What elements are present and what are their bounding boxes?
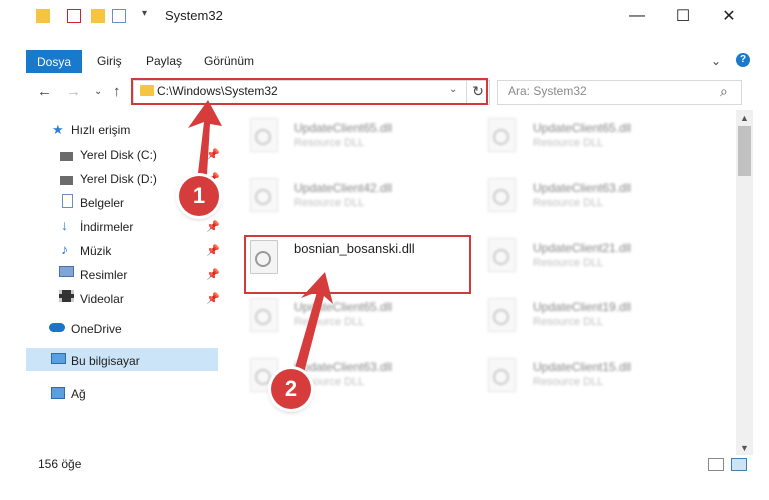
- tab-view[interactable]: Görünüm: [204, 54, 254, 68]
- file-type: Resource DLL: [294, 197, 365, 209]
- step-1-badge: 1: [179, 176, 219, 216]
- maximize-button[interactable]: ☐: [660, 0, 706, 32]
- close-button[interactable]: ✕: [706, 0, 752, 32]
- new-folder-icon[interactable]: [91, 9, 105, 23]
- file-type: Resource DLL: [294, 137, 365, 149]
- sidebar-item-music[interactable]: Müzik: [80, 244, 111, 258]
- file-name: UpdateClient19.dll: [533, 300, 632, 314]
- sidebar-item-this-pc[interactable]: Bu bilgisayar: [71, 354, 140, 368]
- sidebar-item-quick-access[interactable]: Hızlı erişim: [71, 123, 130, 137]
- file-name: UpdateClient15.dll: [533, 360, 632, 374]
- dll-file-icon: [250, 118, 278, 152]
- download-icon: ↓: [61, 217, 68, 233]
- drive-icon: [60, 176, 73, 185]
- sidebar-item-documents[interactable]: Belgeler: [80, 196, 124, 210]
- pin-icon[interactable]: 📌: [206, 148, 220, 161]
- file-type: Resource DLL: [533, 376, 604, 388]
- star-icon: ★: [52, 122, 64, 137]
- list-item[interactable]: [488, 298, 516, 332]
- window-title: System32: [165, 8, 223, 23]
- sidebar-item-local-disk-c[interactable]: Yerel Disk (C:): [80, 148, 157, 162]
- chevron-down-icon[interactable]: ⌄: [711, 54, 721, 68]
- dll-file-icon: [488, 178, 516, 212]
- list-item[interactable]: [488, 118, 516, 152]
- file-name: UpdateClient63.dll: [533, 181, 632, 195]
- dll-file-icon: [488, 238, 516, 272]
- computer-icon: [51, 353, 66, 364]
- folder-icon: [36, 9, 50, 23]
- recent-locations-icon[interactable]: ⌄: [94, 86, 102, 97]
- up-arrow-icon[interactable]: ↑: [113, 83, 121, 100]
- network-icon: [51, 387, 65, 399]
- pin-icon[interactable]: 📌: [206, 292, 220, 305]
- properties-icon[interactable]: [67, 9, 81, 23]
- file-name: UpdateClient65.dll: [294, 121, 393, 135]
- sidebar-item-downloads[interactable]: İndirmeler: [80, 220, 133, 234]
- customize-toolbar-icon[interactable]: [112, 9, 126, 23]
- cloud-icon: [49, 323, 65, 332]
- pictures-icon: [59, 266, 74, 277]
- file-type: Resource DLL: [533, 257, 604, 269]
- documents-icon: [62, 194, 73, 208]
- list-item[interactable]: [250, 118, 278, 152]
- search-icon[interactable]: ⌕: [720, 83, 728, 100]
- tab-file[interactable]: Dosya: [26, 50, 82, 73]
- step-2-badge: 2: [271, 369, 311, 409]
- videos-icon: [59, 290, 74, 302]
- file-name: UpdateClient63.dll: [294, 360, 393, 374]
- search-placeholder: Ara: System32: [508, 84, 587, 98]
- dll-file-icon: [250, 178, 278, 212]
- forward-arrow-icon[interactable]: →: [66, 83, 81, 100]
- file-name: UpdateClient65.dll: [533, 121, 632, 135]
- scrollbar-thumb[interactable]: [738, 126, 751, 176]
- address-highlight-box: [131, 78, 488, 105]
- dll-file-icon: [488, 358, 516, 392]
- sidebar-item-pictures[interactable]: Resimler: [80, 268, 127, 282]
- music-icon: ♪: [61, 241, 68, 257]
- large-icons-view-icon[interactable]: [731, 458, 747, 471]
- pin-icon[interactable]: 📌: [206, 244, 220, 257]
- pin-icon[interactable]: 📌: [206, 268, 220, 281]
- list-item[interactable]: [250, 178, 278, 212]
- back-arrow-icon[interactable]: ←: [37, 83, 52, 100]
- details-view-icon[interactable]: [708, 458, 724, 471]
- dll-file-icon: [488, 118, 516, 152]
- dll-file-icon: [250, 298, 278, 332]
- tab-share[interactable]: Paylaş: [146, 54, 182, 68]
- help-icon[interactable]: ?: [736, 53, 750, 67]
- list-item[interactable]: [488, 178, 516, 212]
- file-type: Resource DLL: [533, 137, 604, 149]
- quick-access-dropdown-icon[interactable]: ▾: [142, 8, 147, 19]
- minimize-button[interactable]: —: [614, 0, 660, 32]
- list-item[interactable]: [488, 238, 516, 272]
- sidebar-item-videos[interactable]: Videolar: [80, 292, 124, 306]
- drive-icon: [60, 152, 73, 161]
- dll-file-icon: [488, 298, 516, 332]
- file-type: Resource DLL: [294, 316, 365, 328]
- list-item[interactable]: [488, 358, 516, 392]
- list-item[interactable]: [250, 298, 278, 332]
- file-name: UpdateClient65.dll: [294, 300, 393, 314]
- file-highlight-box: [244, 235, 471, 294]
- scroll-down-icon[interactable]: ▼: [736, 440, 753, 456]
- item-count: 156 öğe: [38, 457, 82, 471]
- file-type: Resource DLL: [533, 316, 604, 328]
- file-type: Resource DLL: [533, 197, 604, 209]
- file-name: UpdateClient21.dll: [533, 241, 632, 255]
- scroll-up-icon[interactable]: ▲: [736, 110, 753, 126]
- tab-home[interactable]: Giriş: [97, 54, 122, 68]
- pin-icon[interactable]: 📌: [206, 220, 220, 233]
- file-name: UpdateClient42.dll: [294, 181, 393, 195]
- sidebar-item-network[interactable]: Ağ: [71, 387, 86, 401]
- sidebar-item-local-disk-d[interactable]: Yerel Disk (D:): [80, 172, 157, 186]
- sidebar-item-onedrive[interactable]: OneDrive: [71, 322, 122, 336]
